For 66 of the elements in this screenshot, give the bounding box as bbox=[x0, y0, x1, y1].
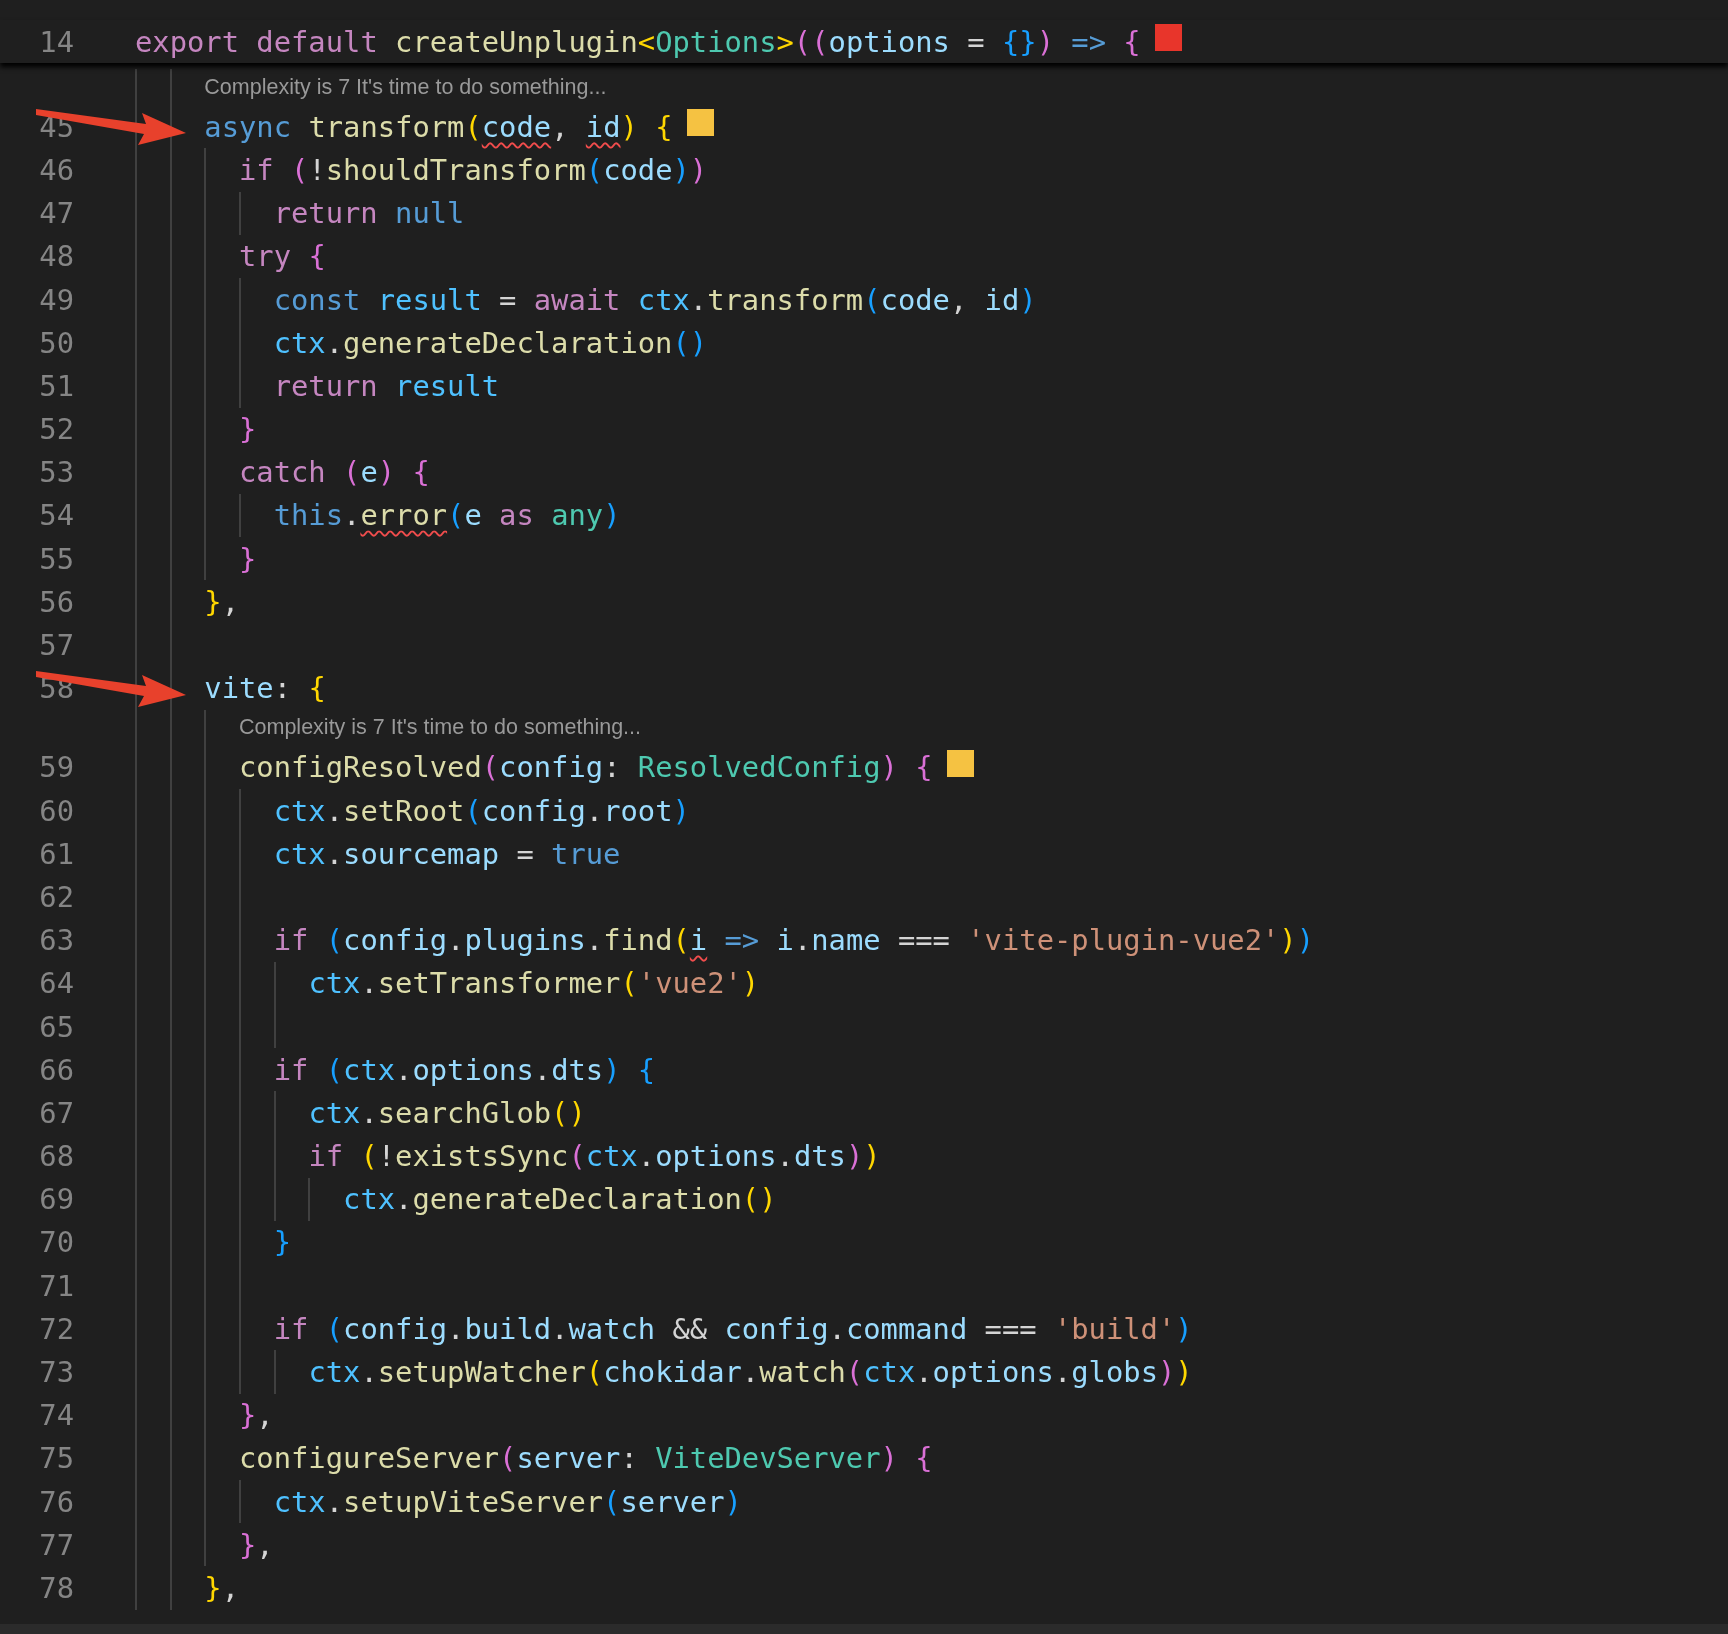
code-line: }, bbox=[204, 1570, 240, 1605]
line-number: 71 bbox=[38, 1268, 74, 1303]
line-number: 59 bbox=[38, 750, 74, 785]
line-number: 72 bbox=[38, 1311, 74, 1346]
code-line: }, bbox=[204, 584, 240, 619]
code-line: const result = await ctx.transform(code, id) bbox=[273, 282, 1037, 317]
line-number: 54 bbox=[38, 498, 74, 533]
line-number: 55 bbox=[38, 541, 74, 576]
line-number: 14 bbox=[38, 24, 74, 59]
code-line: ctx.generateDeclaration() bbox=[343, 1182, 777, 1217]
code-line: return null bbox=[273, 196, 465, 231]
line-number: 65 bbox=[38, 1009, 74, 1044]
line-number: 74 bbox=[38, 1398, 74, 1433]
line-number: 48 bbox=[38, 239, 74, 274]
code-line: ctx.generateDeclaration() bbox=[273, 325, 708, 360]
line-number: 78 bbox=[38, 1570, 74, 1605]
line-number: 66 bbox=[38, 1052, 74, 1087]
code-line: } bbox=[239, 412, 257, 447]
code-line: } bbox=[239, 541, 257, 576]
code-line: configResolved(config: ResolvedConfig) { bbox=[239, 750, 933, 785]
code-line: if (config.plugins.find(i => i.name === 'vite-plugin-vue2')) bbox=[273, 923, 1315, 958]
code-line: }, bbox=[239, 1398, 274, 1433]
codelens-hint[interactable]: Complexity is 7 It's time to do something... bbox=[204, 74, 607, 100]
codelens-hint[interactable]: Complexity is 7 It's time to do something... bbox=[239, 715, 642, 741]
line-number: 53 bbox=[38, 455, 74, 490]
line-number: 68 bbox=[38, 1139, 74, 1174]
code-line: configureServer(server: ViteDevServer) { bbox=[239, 1441, 933, 1476]
line-number: 47 bbox=[38, 196, 74, 231]
line-number: 69 bbox=[38, 1182, 74, 1217]
line-number: 61 bbox=[38, 836, 74, 871]
code-line: ctx.setTransformer('vue2') bbox=[308, 966, 760, 1001]
code-line: if (config.build.watch && config.command === 'build') bbox=[273, 1311, 1193, 1346]
code-line: export default createUnplugin<Options>((options = {}) => { bbox=[135, 24, 1141, 59]
code-line: ctx.sourcemap = true bbox=[273, 836, 621, 871]
line-number: 70 bbox=[38, 1225, 74, 1260]
code-line: this.error(e as any) bbox=[273, 498, 621, 533]
code-line: if (ctx.options.dts) { bbox=[273, 1052, 656, 1087]
line-number: 75 bbox=[38, 1441, 74, 1476]
line-number: 51 bbox=[38, 368, 74, 403]
code-line: vite: { bbox=[204, 671, 326, 706]
code-line: ctx.setupViteServer(server) bbox=[273, 1484, 742, 1519]
line-number: 62 bbox=[38, 879, 74, 914]
line-number: 52 bbox=[38, 412, 74, 447]
line-number: 50 bbox=[38, 325, 74, 360]
code-line: try { bbox=[239, 239, 326, 274]
line-number: 57 bbox=[38, 628, 74, 663]
code-line: if (!existsSync(ctx.options.dts)) bbox=[308, 1139, 881, 1174]
code-line: async transform(code, id) { bbox=[204, 109, 673, 144]
line-number: 77 bbox=[38, 1527, 74, 1562]
line-number: 63 bbox=[38, 923, 74, 958]
line-number: 73 bbox=[38, 1355, 74, 1390]
line-number: 67 bbox=[38, 1095, 74, 1130]
line-number: 56 bbox=[38, 584, 74, 619]
code-line: catch (e) { bbox=[239, 455, 430, 490]
code-line: return result bbox=[273, 368, 500, 403]
code-line: }, bbox=[239, 1527, 274, 1562]
code-line: ctx.setRoot(config.root) bbox=[273, 793, 690, 828]
line-number: 60 bbox=[38, 793, 74, 828]
code-line: if (!shouldTransform(code)) bbox=[239, 152, 708, 187]
code-line: ctx.setupWatcher(chokidar.watch(ctx.options.globs)) bbox=[308, 1355, 1193, 1390]
code-line: } bbox=[273, 1225, 292, 1260]
line-number: 76 bbox=[38, 1484, 74, 1519]
line-number: 49 bbox=[38, 282, 74, 317]
line-number: 64 bbox=[38, 966, 74, 1001]
code-line: ctx.searchGlob() bbox=[308, 1095, 586, 1130]
line-number: 46 bbox=[38, 152, 74, 187]
